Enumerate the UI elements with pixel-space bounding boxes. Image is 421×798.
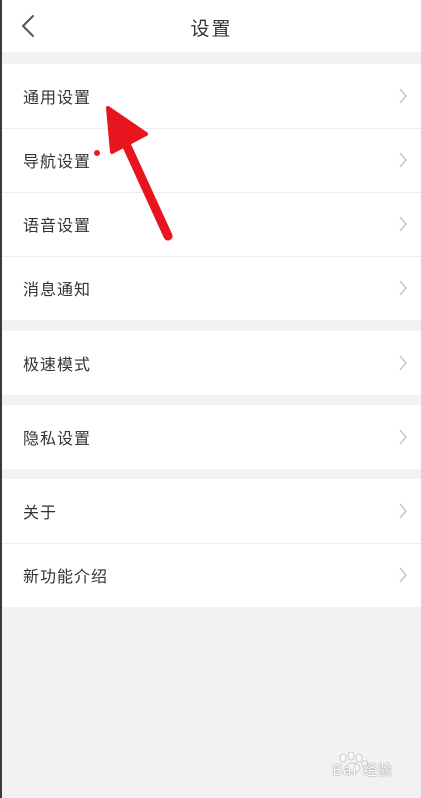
chevron-right-icon — [399, 216, 407, 232]
settings-group-4: 关于 新功能介绍 — [2, 479, 421, 607]
settings-item-notifications[interactable]: 消息通知 — [2, 256, 421, 320]
settings-item-label: 极速模式 — [23, 355, 92, 374]
page-title: 设置 — [190, 18, 233, 40]
settings-item-label: 隐私设置 — [23, 429, 92, 448]
chevron-right-icon — [399, 152, 407, 168]
settings-item-new-features[interactable]: 新功能介绍 — [2, 543, 421, 607]
settings-item-general[interactable]: 通用设置 — [2, 64, 421, 128]
chevron-right-icon — [399, 88, 407, 104]
watermark-text: Bai 经验 — [332, 763, 393, 779]
settings-item-speed-mode[interactable]: 极速模式 — [2, 331, 421, 395]
notification-badge — [94, 150, 100, 156]
chevron-right-icon — [399, 429, 407, 445]
settings-group-3: 隐私设置 — [2, 405, 421, 469]
chevron-right-icon — [399, 355, 407, 371]
settings-item-voice[interactable]: 语音设置 — [2, 192, 421, 256]
settings-screen: 设置 通用设置 导航设置 语音设置 消息通知 极速模式 隐私设置 关于 新功能介… — [0, 0, 421, 798]
settings-item-label: 导航设置 — [23, 152, 92, 171]
settings-item-about[interactable]: 关于 — [2, 479, 421, 543]
chevron-right-icon — [399, 567, 407, 583]
settings-item-navigation[interactable]: 导航设置 — [2, 128, 421, 192]
settings-item-label: 语音设置 — [23, 216, 92, 235]
chevron-right-icon — [399, 280, 407, 296]
settings-item-label: 新功能介绍 — [23, 567, 109, 586]
settings-group-1: 通用设置 导航设置 语音设置 消息通知 — [2, 64, 421, 320]
settings-item-label: 消息通知 — [23, 280, 92, 299]
nav-header: 设置 — [2, 0, 421, 52]
chevron-right-icon — [399, 503, 407, 519]
settings-item-privacy[interactable]: 隐私设置 — [2, 405, 421, 469]
settings-item-label: 通用设置 — [23, 88, 92, 107]
settings-group-2: 极速模式 — [2, 331, 421, 395]
settings-item-label: 关于 — [23, 503, 58, 522]
